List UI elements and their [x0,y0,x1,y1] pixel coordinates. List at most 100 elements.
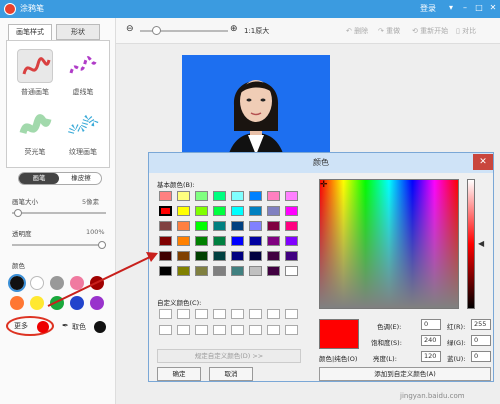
pick-color-label[interactable]: 取色 [72,322,86,332]
sat-field[interactable]: 240 [421,335,441,346]
minimize-icon[interactable]: – [460,3,470,13]
basic-color-swatch[interactable] [159,221,172,231]
zoom-out-icon[interactable]: ⊖ [126,24,134,34]
current-color-swatch[interactable] [37,321,49,333]
basic-color-swatch[interactable] [249,266,262,276]
compare-button[interactable]: ▯ 对比 [456,26,476,36]
zoom-in-icon[interactable]: ⊕ [230,24,238,34]
color-spectrum[interactable]: ✛ [319,179,459,309]
custom-color-slot[interactable] [195,325,208,335]
opacity-slider[interactable] [98,241,106,249]
color-swatch[interactable] [30,296,44,310]
brush-highlighter[interactable]: 荧光笔 [13,107,57,163]
basic-color-swatch[interactable] [231,251,244,261]
custom-color-slot[interactable] [159,309,172,319]
basic-color-swatch[interactable] [195,266,208,276]
basic-color-swatch[interactable] [213,251,226,261]
mode-eraser-button[interactable]: 橡皮擦 [61,173,101,184]
dropdown-icon[interactable]: ▾ [446,3,456,13]
custom-color-slot[interactable] [177,309,190,319]
custom-color-slot[interactable] [177,325,190,335]
basic-color-swatch[interactable] [249,206,262,216]
red-field[interactable]: 255 [471,319,491,330]
lum-field[interactable]: 120 [421,351,441,362]
basic-color-swatch[interactable] [249,221,262,231]
basic-color-swatch[interactable] [267,236,280,246]
basic-color-swatch[interactable] [267,266,280,276]
brush-size-slider[interactable] [14,209,22,217]
ok-button[interactable]: 确定 [157,367,201,381]
color-swatch[interactable] [70,296,84,310]
brush-size-track[interactable] [12,212,106,214]
color-swatch[interactable] [10,296,24,310]
basic-color-swatch[interactable] [177,251,190,261]
basic-color-swatch[interactable] [159,206,172,216]
eyedropper-icon[interactable]: ✒ [62,321,69,330]
basic-color-swatch[interactable] [159,251,172,261]
basic-color-swatch[interactable] [195,236,208,246]
basic-color-swatch[interactable] [213,206,226,216]
color-swatch[interactable] [90,276,104,290]
custom-color-slot[interactable] [213,309,226,319]
basic-color-swatch[interactable] [213,266,226,276]
basic-color-swatch[interactable] [159,191,172,201]
brush-texture[interactable]: 纹理画笔 [61,107,105,163]
basic-color-swatch[interactable] [177,236,190,246]
dialog-close-button[interactable]: ✕ [473,154,493,170]
custom-color-slot[interactable] [285,309,298,319]
basic-color-swatch[interactable] [249,251,262,261]
custom-color-slot[interactable] [267,325,280,335]
blue-field[interactable]: 0 [471,351,491,362]
basic-color-swatch[interactable] [231,206,244,216]
color-swatch[interactable] [8,274,26,292]
custom-color-slot[interactable] [195,309,208,319]
custom-color-slot[interactable] [231,325,244,335]
tab-shape[interactable]: 形状 [56,24,100,40]
basic-color-swatch[interactable] [285,221,298,231]
basic-color-swatch[interactable] [213,236,226,246]
color-swatch[interactable] [90,296,104,310]
zoom-actual-size[interactable]: 1:1原大 [244,26,269,36]
define-custom-colors-button[interactable]: 规定自定义颜色(D) >> [157,349,301,363]
basic-color-swatch[interactable] [177,206,190,216]
zoom-slider[interactable] [152,26,161,35]
basic-color-swatch[interactable] [285,251,298,261]
custom-color-slot[interactable] [249,325,262,335]
custom-color-slot[interactable] [249,309,262,319]
basic-color-swatch[interactable] [231,191,244,201]
basic-color-swatch[interactable] [195,191,208,201]
login-link[interactable]: 登录 [420,3,436,14]
brush-normal[interactable]: 普通画笔 [13,47,57,103]
basic-color-swatch[interactable] [177,266,190,276]
custom-color-slot[interactable] [231,309,244,319]
opacity-track[interactable] [12,244,106,246]
restart-button[interactable]: ⟲ 重新开始 [412,26,448,36]
close-icon[interactable]: ✕ [488,3,498,13]
custom-color-slot[interactable] [159,325,172,335]
basic-color-swatch[interactable] [195,206,208,216]
basic-color-swatch[interactable] [195,221,208,231]
basic-color-swatch[interactable] [267,251,280,261]
delete-button[interactable]: ↶ 删除 [346,26,368,36]
tab-brush-style[interactable]: 画笔样式 [8,24,52,40]
basic-color-swatch[interactable] [267,206,280,216]
color-swatch[interactable] [50,296,64,310]
color-swatch[interactable] [30,276,44,290]
add-to-custom-button[interactable]: 添加到自定义颜色(A) [319,367,491,381]
basic-color-swatch[interactable] [231,221,244,231]
custom-color-slot[interactable] [267,309,280,319]
basic-color-swatch[interactable] [285,266,298,276]
luminance-bar[interactable] [467,179,475,309]
cancel-button[interactable]: 取消 [209,367,253,381]
basic-color-swatch[interactable] [285,236,298,246]
hue-field[interactable]: 0 [421,319,441,330]
redo-button[interactable]: ↷ 重做 [378,26,400,36]
basic-color-swatch[interactable] [231,236,244,246]
color-swatch[interactable] [70,276,84,290]
basic-color-swatch[interactable] [267,221,280,231]
basic-color-swatch[interactable] [177,191,190,201]
mode-brush-button[interactable]: 画笔 [19,173,59,184]
canvas-photo[interactable] [182,55,330,165]
basic-color-swatch[interactable] [159,236,172,246]
basic-color-swatch[interactable] [231,266,244,276]
